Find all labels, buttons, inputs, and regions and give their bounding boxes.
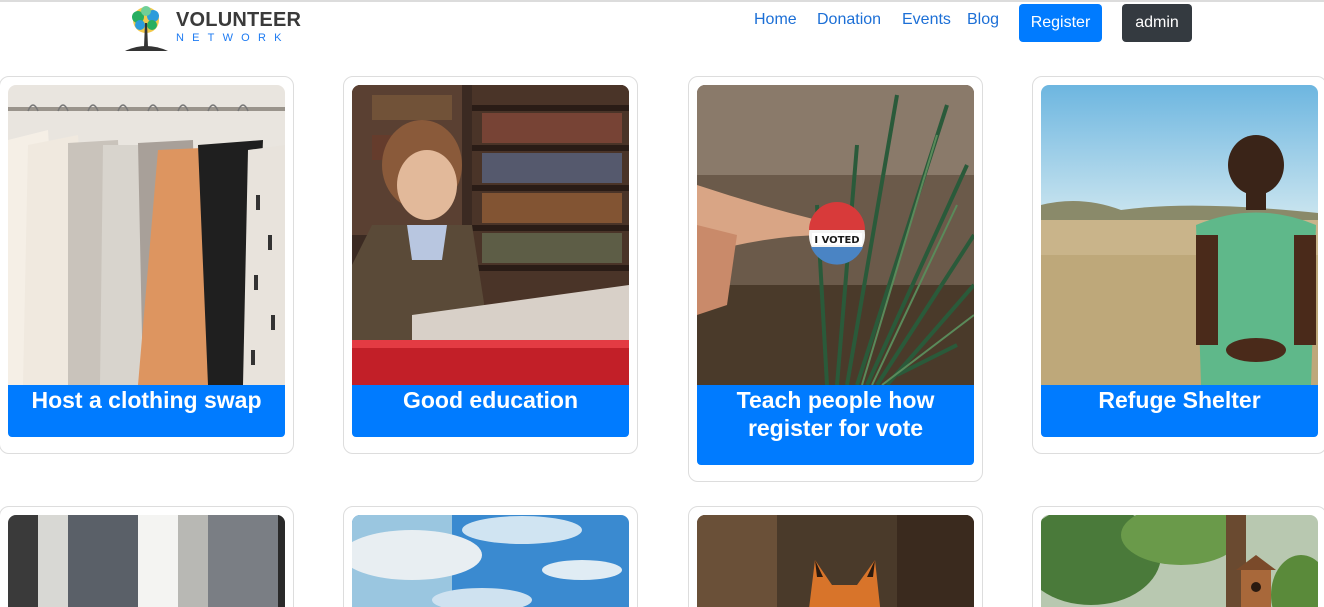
event-card[interactable] <box>0 506 294 607</box>
event-card[interactable] <box>688 506 983 607</box>
event-card[interactable]: I VOTED Teach people how register for vo… <box>688 76 983 482</box>
window-interior-photo[interactable] <box>8 515 285 607</box>
register-button[interactable]: Register <box>1019 4 1102 42</box>
blue-sky-clouds-photo[interactable] <box>352 515 629 607</box>
nav-link-events[interactable]: Events <box>902 11 951 29</box>
fox-in-forest-photo[interactable] <box>697 515 974 607</box>
nav-link-donation[interactable]: Donation <box>817 11 881 29</box>
event-card[interactable]: Refuge Shelter <box>1032 76 1324 454</box>
nav-link-home[interactable]: Home <box>754 11 797 29</box>
event-title[interactable]: Host a clothing swap <box>8 385 285 437</box>
event-title[interactable]: Teach people how register for vote <box>697 385 974 465</box>
event-card[interactable]: Host a clothing swap <box>0 76 294 454</box>
main-nav: Home Donation Events Blog Register admin <box>0 2 1324 42</box>
event-title[interactable]: Refuge Shelter <box>1041 385 1318 437</box>
event-card[interactable] <box>1032 506 1324 607</box>
event-title[interactable]: Good education <box>352 385 629 437</box>
svg-text:I VOTED: I VOTED <box>814 235 859 246</box>
boy-reading-library-photo[interactable] <box>352 85 629 385</box>
nav-link-blog[interactable]: Blog <box>967 11 999 29</box>
child-in-field-photo[interactable] <box>1041 85 1318 385</box>
event-card[interactable] <box>343 506 638 607</box>
birdhouse-trees-photo[interactable] <box>1041 515 1318 607</box>
clothing-rack-photo[interactable] <box>8 85 285 385</box>
admin-button[interactable]: admin <box>1122 4 1192 42</box>
i-voted-sticker-photo[interactable]: I VOTED <box>697 85 974 385</box>
event-card[interactable]: Good education <box>343 76 638 454</box>
